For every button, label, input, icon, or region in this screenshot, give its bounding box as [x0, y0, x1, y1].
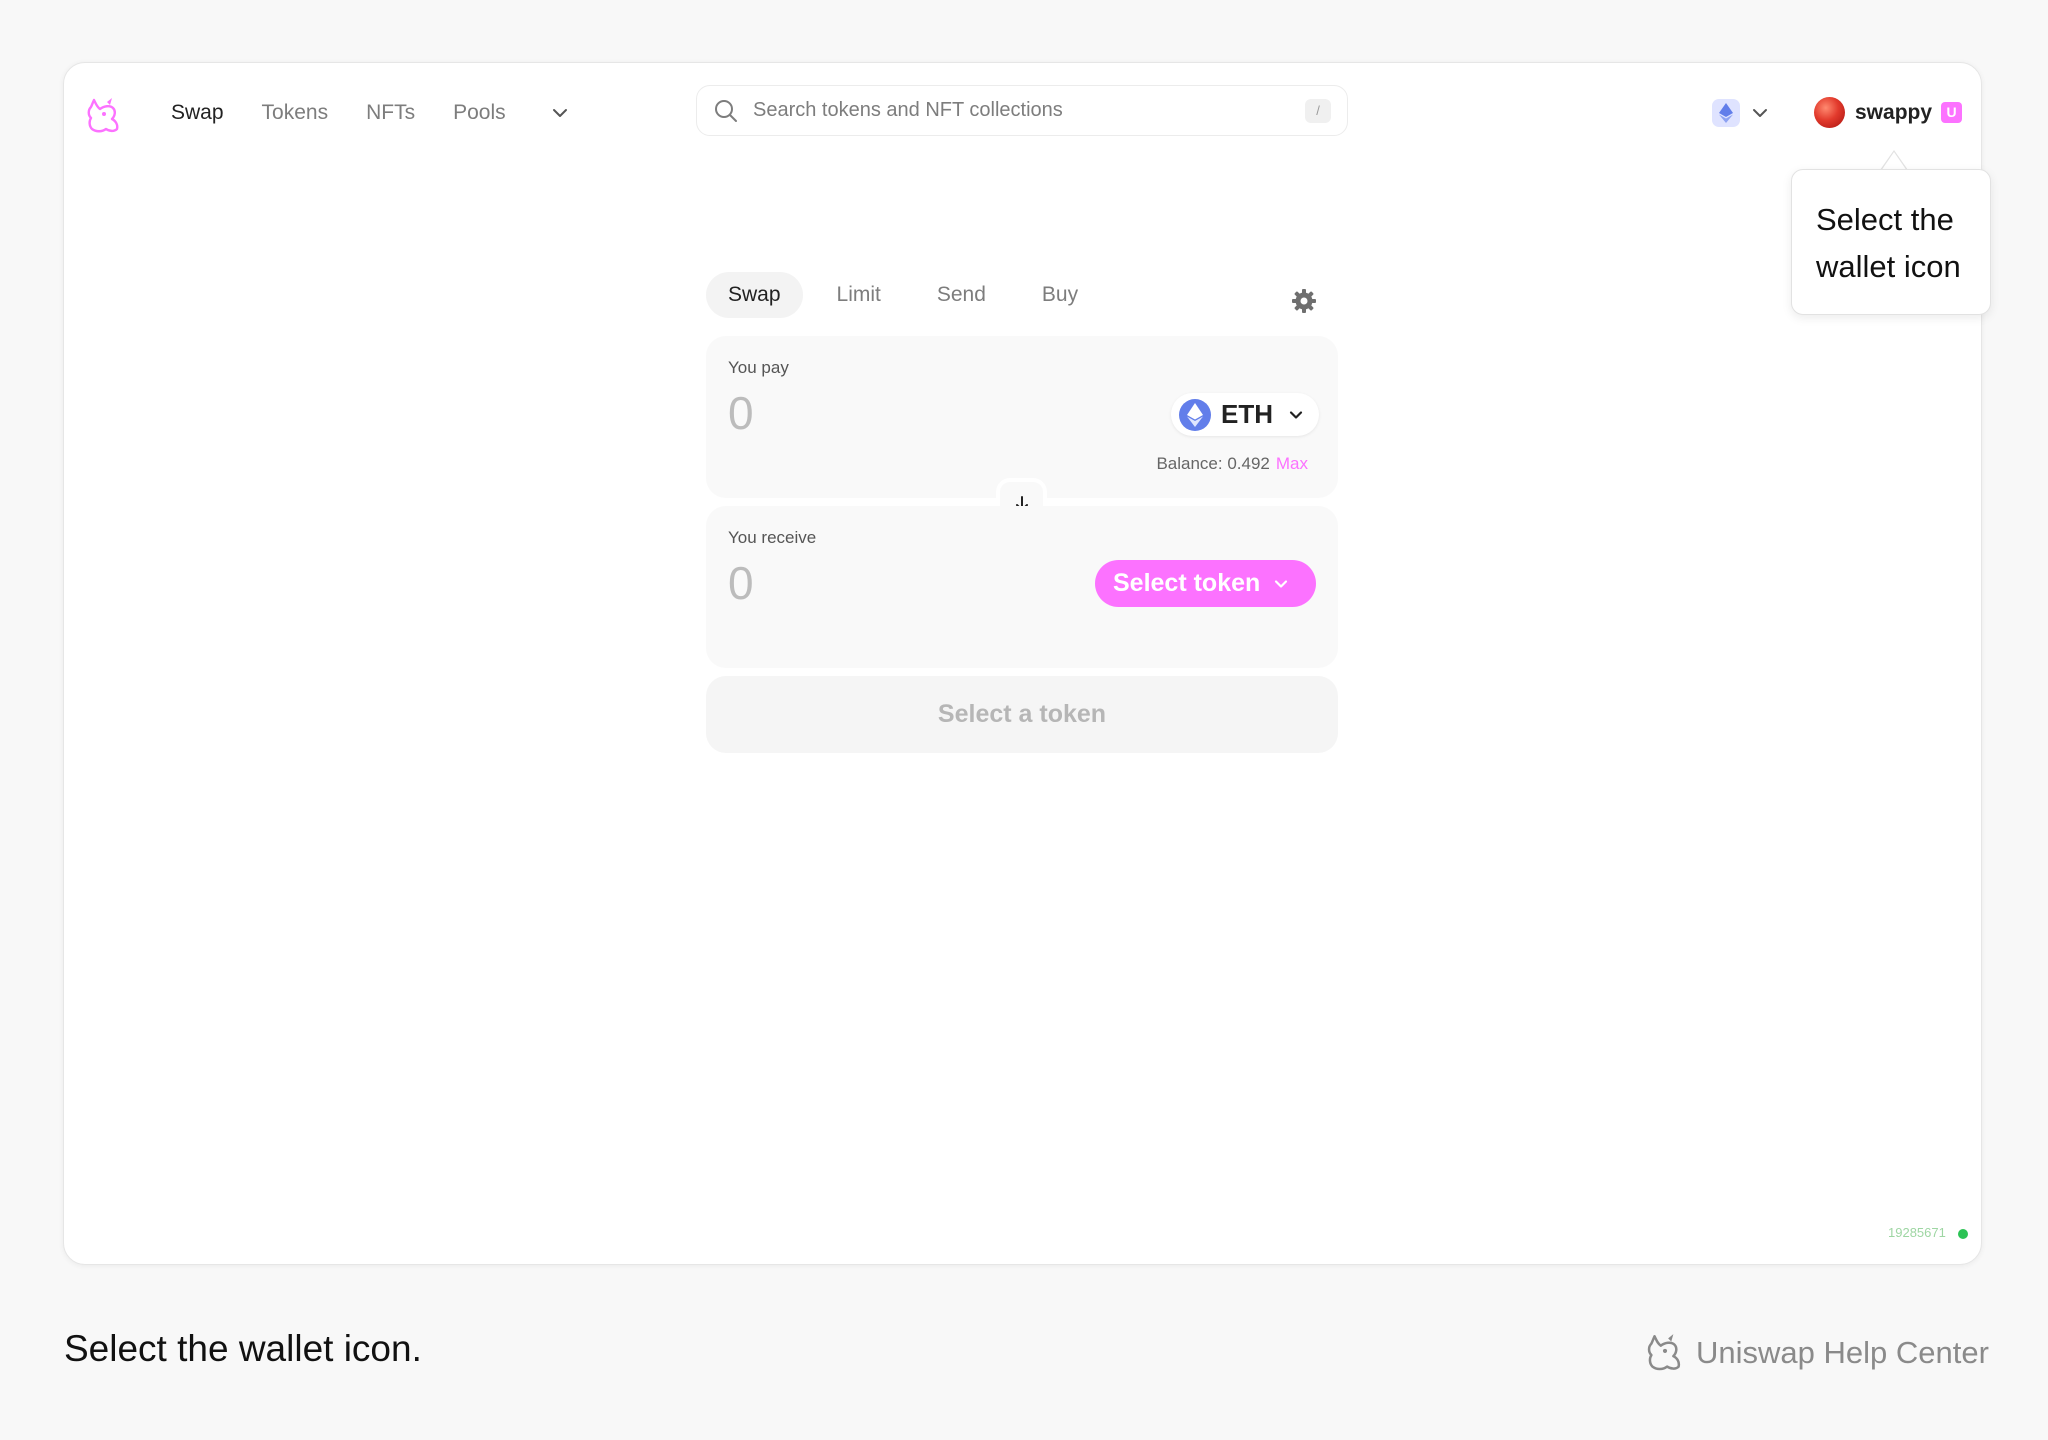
chevron-down-icon — [1289, 410, 1303, 419]
chevron-down-icon[interactable] — [550, 103, 570, 123]
search-bar[interactable]: / — [696, 85, 1348, 136]
receive-label: You receive — [728, 528, 817, 547]
max-button[interactable]: Max — [1276, 454, 1308, 473]
caption-text: Select the wallet icon. — [64, 1328, 422, 1369]
pay-panel: You pay 0 ETH Balance: 0.492 Max — [706, 336, 1338, 498]
search-icon — [715, 99, 737, 122]
tab-swap[interactable]: Swap — [706, 272, 803, 318]
pay-token-selector[interactable]: ETH — [1171, 393, 1319, 436]
unitag-badge-icon: U — [1941, 102, 1963, 123]
wallet-button[interactable]: swappy U — [1814, 97, 1963, 128]
ethereum-network-icon — [1712, 99, 1740, 127]
nav-pools[interactable]: Pools — [453, 101, 506, 125]
nav-nfts[interactable]: NFTs — [366, 101, 415, 125]
pay-token-symbol: ETH — [1221, 399, 1273, 429]
select-token-label: Select token — [1113, 569, 1261, 597]
eth-token-icon — [1179, 398, 1211, 431]
main-nav: Swap Tokens NFTs Pools — [171, 98, 570, 128]
network-status-dot — [1958, 1229, 1968, 1239]
chevron-down-icon — [1275, 579, 1288, 588]
receive-amount-input[interactable]: 0 — [728, 556, 754, 610]
gear-icon[interactable] — [1290, 287, 1318, 315]
wallet-avatar-icon[interactable] — [1814, 97, 1845, 128]
receive-panel: You receive 0 Select token — [706, 506, 1338, 668]
network-selector[interactable] — [1712, 99, 1770, 127]
search-input[interactable] — [753, 99, 1273, 122]
pay-amount-input[interactable]: 0 — [728, 386, 754, 440]
balance-text: Balance: 0.492 — [1156, 454, 1270, 473]
block-number[interactable]: 19285671 — [1888, 1225, 1946, 1240]
uniswap-logo-icon — [1647, 1334, 1681, 1371]
tab-buy[interactable]: Buy — [1020, 272, 1100, 318]
search-shortcut-key: / — [1305, 99, 1331, 123]
chevron-down-icon — [1753, 109, 1767, 117]
help-center-brand: Uniswap Help Center — [1642, 1330, 1989, 1376]
uniswap-logo-icon[interactable] — [82, 94, 126, 138]
swap-cta-button[interactable]: Select a token — [706, 676, 1338, 753]
tab-limit[interactable]: Limit — [815, 272, 903, 318]
pay-label: You pay — [728, 358, 789, 377]
pay-balance: Balance: 0.492 Max — [1156, 454, 1308, 474]
help-center-label: Uniswap Help Center — [1696, 1335, 1989, 1370]
nav-tokens[interactable]: Tokens — [262, 101, 329, 125]
account-name: swappy — [1855, 100, 1933, 124]
swap-tabs: Swap Limit Send Buy — [706, 272, 1112, 318]
tab-send[interactable]: Send — [915, 272, 1008, 318]
instruction-tooltip: Select the wallet icon — [1791, 169, 1991, 315]
nav-swap[interactable]: Swap — [171, 101, 224, 125]
select-token-button[interactable]: Select token — [1095, 560, 1316, 607]
